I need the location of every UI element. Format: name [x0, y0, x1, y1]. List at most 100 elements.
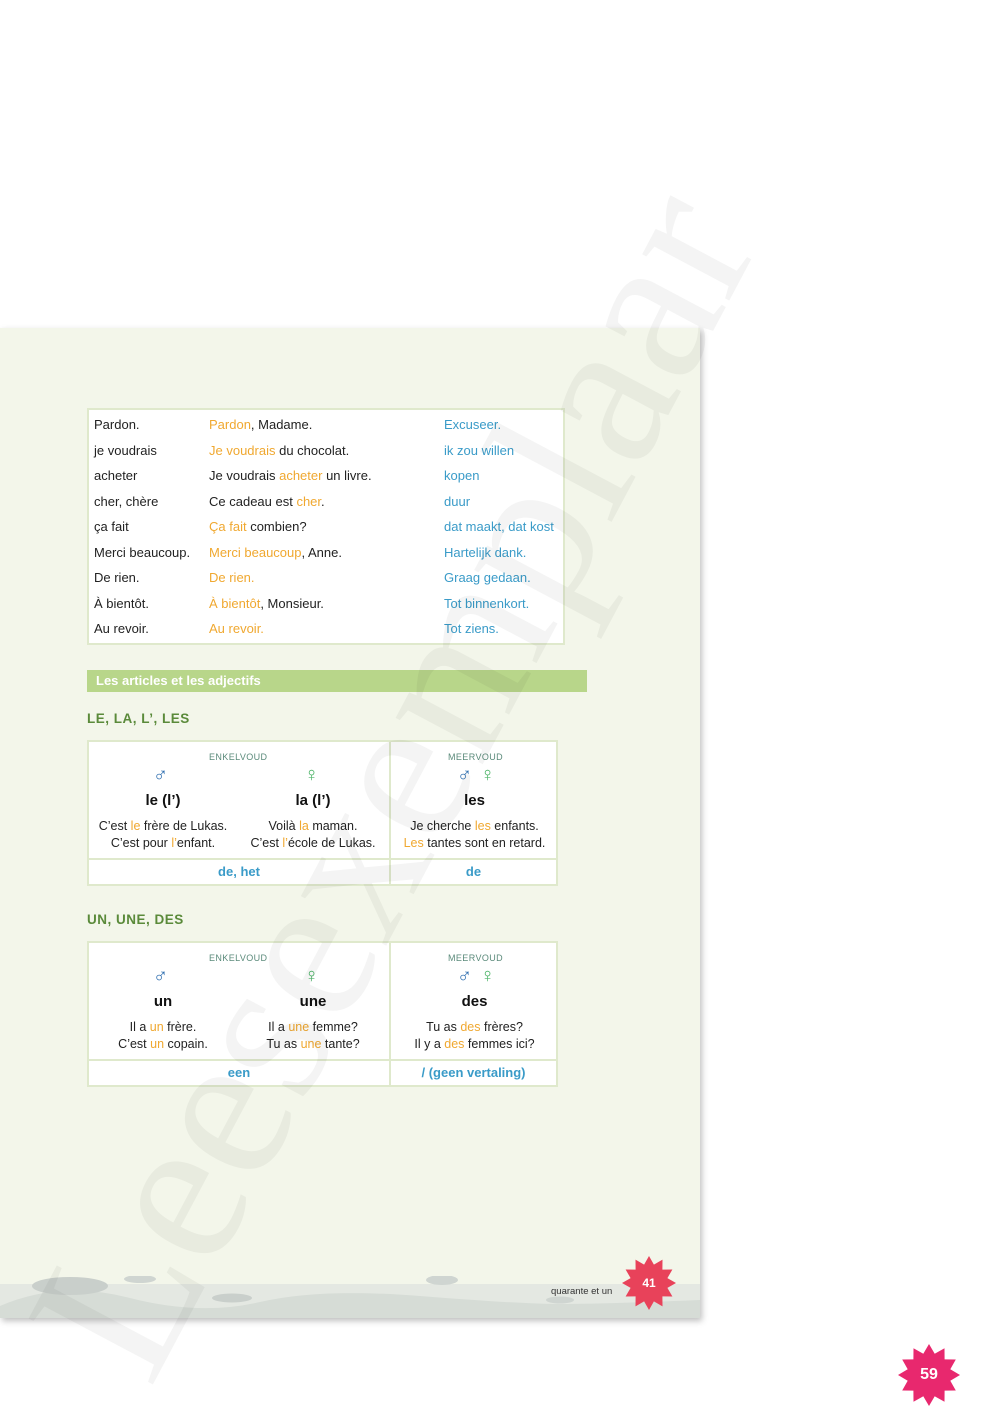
highlighted-word: De rien. — [209, 570, 255, 586]
highlighted-article: un — [150, 1037, 165, 1051]
singular-cell: ENKELVOUD ♂ ♀ le (l’) la (l’) C’est le f… — [89, 742, 387, 858]
vocab-dutch: kopen — [444, 468, 480, 484]
example-text: C’est — [118, 1037, 151, 1051]
vocab-row: je voudrais Je voudrais du chocolat. ik zo… — [89, 438, 563, 464]
page-number-words: quarante et un — [551, 1286, 613, 1297]
plural-examples: Tu as des frères? Il y a des femmes ici? — [391, 1019, 558, 1053]
definite-articles-heading: LE, LA, L’, LES — [87, 711, 190, 726]
example-text: tantes sont en retard. — [423, 836, 546, 850]
example-sentence: Tu as des frères? — [391, 1019, 558, 1036]
example-text: Ce cadeau est — [209, 493, 297, 509]
example-text: Il a — [268, 1020, 289, 1034]
feminine-article: la (l’) — [295, 792, 331, 809]
highlighted-article: la — [299, 819, 309, 833]
feminine-article: une — [299, 993, 327, 1010]
vocab-french: Merci beaucoup. — [94, 544, 191, 560]
feminine-examples: Voilà la maman. C’est l’école de Lukas. — [243, 818, 383, 852]
vocab-example: Merci beaucoup, Anne. — [209, 545, 444, 560]
example-text: frère de Lukas. — [140, 819, 228, 833]
vocab-example: Ce cadeau est cher. — [209, 494, 444, 509]
singular-translation: een — [227, 1065, 251, 1080]
singular-translation-cell: een — [89, 1059, 389, 1085]
example-sentence: Il y a des femmes ici? — [391, 1036, 558, 1053]
vocab-row: Au revoir. Au revoir. Tot ziens. — [89, 616, 563, 642]
vocab-french: À bientôt. — [94, 595, 149, 611]
vocab-french: ça fait — [94, 519, 129, 535]
vocab-example: Au revoir. — [209, 621, 444, 636]
singular-cell: ENKELVOUD ♂ ♀ un une Il a un frère. C’est… — [89, 943, 387, 1059]
male-symbol-icon: ♂ — [153, 965, 168, 987]
example-text: Il a — [129, 1020, 150, 1034]
example-text: école de Lukas. — [287, 836, 376, 850]
highlighted-word: cher — [296, 493, 322, 509]
vocab-french: acheter — [94, 468, 138, 484]
example-sentence: Voilà la maman. — [243, 818, 383, 835]
example-text: Voilà — [268, 819, 300, 833]
male-symbol-icon: ♂ — [457, 965, 472, 987]
plural-translation: de — [465, 864, 482, 879]
vocab-french: Au revoir. — [94, 621, 149, 637]
example-text: Il y a — [414, 1037, 445, 1051]
female-symbol-icon: ♀ — [304, 764, 319, 786]
example-text: Tu as — [426, 1020, 461, 1034]
example-text: Tu as — [266, 1037, 301, 1051]
example-text: enfant. — [176, 836, 216, 850]
male-symbol-icon: ♂ — [457, 764, 472, 786]
highlighted-article: des — [460, 1020, 481, 1034]
vocab-example: Je voudrais acheter un livre. — [209, 468, 444, 483]
highlighted-article: le — [130, 819, 141, 833]
example-sentence: C’est l’école de Lukas. — [243, 835, 383, 852]
highlighted-article: un — [149, 1020, 164, 1034]
plural-translation-cell: de — [389, 858, 556, 884]
vocab-row: acheter Je voudrais acheter un livre. kope… — [89, 463, 563, 489]
vocab-table: Pardon. Pardon, Madame. Excuseer. je voudra… — [87, 408, 565, 645]
highlighted-word: À bientôt — [209, 595, 261, 611]
vocab-french: De rien. — [94, 570, 140, 586]
vocab-dutch: Tot binnenkort. — [444, 595, 530, 611]
example-text: C’est — [250, 836, 283, 850]
vocab-example: À bientôt, Monsieur. — [209, 596, 444, 611]
inner-page-number-badge: 41 — [622, 1256, 676, 1310]
example-sentence: C’est un copain. — [93, 1036, 233, 1053]
example-text: frères? — [480, 1020, 523, 1034]
plural-cell: MEERVOUD ♂ ♀ des Tu as des frères? Il y a… — [389, 943, 558, 1059]
highlighted-article: des — [444, 1037, 465, 1051]
example-text: , Madame. — [250, 417, 313, 433]
highlighted-word: acheter — [279, 468, 323, 484]
singular-translation: de, het — [218, 864, 260, 879]
masculine-examples: C’est le frère de Lukas. C’est pour l’enf… — [93, 818, 233, 852]
example-text: du chocolat. — [275, 442, 350, 458]
feminine-examples: Il a une femme? Tu as une tante? — [243, 1019, 383, 1053]
vocab-row: De rien. De rien. Graag gedaan. — [89, 565, 563, 591]
vocab-row: ça fait Ça fait combien? dat maakt, dat ko… — [89, 514, 563, 540]
vocab-row: Pardon. Pardon, Madame. Excuseer. — [89, 412, 563, 438]
singular-caption: ENKELVOUD — [209, 752, 268, 762]
highlighted-article: une — [300, 1037, 322, 1051]
example-text: C’est pour — [110, 836, 172, 850]
example-text: femme? — [309, 1020, 358, 1034]
example-text: un livre. — [322, 468, 372, 484]
example-text: enfants. — [490, 819, 539, 833]
plural-article: des — [461, 993, 488, 1010]
example-text: , Anne. — [301, 544, 342, 560]
example-text: copain. — [164, 1037, 208, 1051]
outer-page-number: 59 — [920, 1366, 938, 1383]
vocab-row: À bientôt. À bientôt, Monsieur. Tot binnen… — [89, 591, 563, 617]
example-text: . — [321, 493, 325, 509]
plural-caption: MEERVOUD — [448, 752, 504, 762]
example-sentence: Les tantes sont en retard. — [391, 835, 558, 852]
example-text: maman. — [308, 819, 358, 833]
female-symbol-icon: ♀ — [480, 764, 495, 786]
highlighted-word: Pardon — [209, 417, 251, 433]
example-text: tante? — [321, 1037, 360, 1051]
highlighted-article: les — [474, 819, 491, 833]
highlighted-word: Je voudrais — [209, 442, 276, 458]
masculine-article: le (l’) — [145, 792, 181, 809]
highlighted-word: Merci beaucoup — [209, 544, 302, 560]
highlighted-word: Au revoir. — [209, 621, 264, 637]
example-text: , Monsieur. — [260, 595, 324, 611]
masculine-article: un — [153, 993, 173, 1010]
vocab-dutch: Hartelijk dank. — [444, 544, 527, 560]
example-sentence: Il a un frère. — [93, 1019, 233, 1036]
example-text: Je voudrais — [209, 468, 280, 484]
